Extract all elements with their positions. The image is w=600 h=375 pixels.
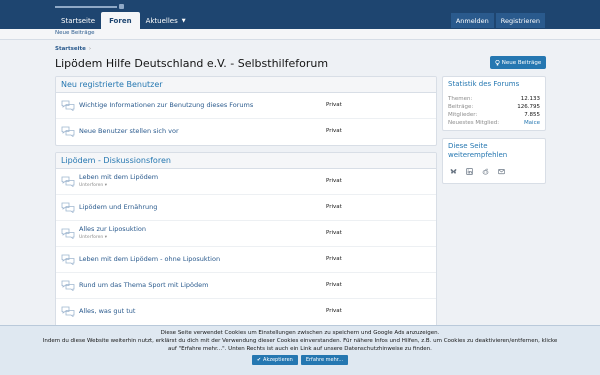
- cookie-text-line1: Diese Seite verwendet Cookies um Einstel…: [160, 330, 440, 336]
- subforums-toggle[interactable]: Unterforen ▾: [79, 235, 107, 240]
- chevron-right-icon: ›: [88, 46, 92, 52]
- forum-bubble-icon: [61, 100, 75, 111]
- forum-row[interactable]: Leben mit dem Lipödem Unterforen ▾ Priva…: [56, 169, 436, 195]
- forum-status: Privat: [326, 282, 342, 288]
- category-title[interactable]: Lipödem - Diskussionsforen: [56, 153, 436, 169]
- new-posts-link[interactable]: Neue Beiträge: [55, 30, 94, 36]
- linkedin-icon[interactable]: [466, 168, 473, 175]
- nav-tab-startseite[interactable]: Startseite: [55, 12, 101, 29]
- bluesky-icon[interactable]: [450, 168, 457, 175]
- forum-bubble-icon: [61, 254, 75, 265]
- login-button[interactable]: Anmelden: [450, 13, 494, 28]
- forum-status: Privat: [326, 308, 342, 314]
- forum-row[interactable]: Rund um das Thema Sport mit Lipödem Priv…: [56, 273, 436, 299]
- stat-row: Beiträge: 126.795: [448, 104, 540, 110]
- forum-row[interactable]: Alles zur Liposuktion Unterforen ▾ Priva…: [56, 221, 436, 247]
- page-title: Lipödem Hilfe Deutschland e.V. - Selbsth…: [55, 57, 329, 70]
- breadcrumb: Startseite ›: [55, 46, 91, 52]
- forum-title[interactable]: Wichtige Informationen zur Benutzung die…: [79, 101, 253, 109]
- new-posts-button[interactable]: Neue Beiträge: [490, 56, 546, 69]
- share-buttons: [443, 163, 545, 180]
- lightbulb-icon: [495, 59, 500, 65]
- accept-cookies-button[interactable]: ✔ Akzeptieren: [251, 355, 298, 365]
- forum-title[interactable]: Neue Benutzer stellen sich vor: [79, 127, 179, 135]
- newest-member-link[interactable]: Maice: [524, 119, 540, 127]
- forum-bubble-icon: [61, 126, 75, 137]
- forum-title[interactable]: Leben mit dem Lipödem - ohne Liposuktion: [79, 255, 220, 263]
- chevron-down-icon: ▾: [104, 235, 107, 240]
- category-neu-registriert: Neu registrierte Benutzer Wichtige Infor…: [55, 76, 437, 146]
- forum-bubble-icon: [61, 280, 75, 291]
- site-logo[interactable]: [55, 3, 127, 10]
- nav-tab-foren[interactable]: Foren: [101, 12, 140, 29]
- site-header: Startseite Foren Aktuelles ▼ Anmelden Reg…: [0, 0, 600, 29]
- forum-title[interactable]: Leben mit dem Lipödem: [79, 173, 158, 181]
- cookie-text-line2: Indem du diese Website weiterhin nutzt, …: [42, 338, 558, 344]
- forum-status: Privat: [326, 178, 342, 184]
- forum-row[interactable]: Leben mit dem Lipödem - ohne Liposuktion…: [56, 247, 436, 273]
- stats-title: Statistik des Forums: [448, 80, 520, 88]
- forum-status: Privat: [326, 204, 342, 210]
- forum-bubble-icon: [61, 228, 75, 239]
- stat-row: Mitglieder: 7.855: [448, 112, 540, 118]
- reddit-icon[interactable]: [482, 168, 489, 175]
- stat-row: Neuestes Mitglied: Maice: [448, 119, 540, 127]
- forum-title[interactable]: Rund um das Thema Sport mit Lipödem: [79, 281, 208, 289]
- cookie-text-line3: auf "Erfahre mehr...". Unten Rechts ist …: [168, 346, 432, 352]
- forum-title[interactable]: Lipödem und Ernährung: [79, 203, 157, 211]
- breadcrumb-home[interactable]: Startseite: [55, 46, 86, 52]
- forum-bubble-icon: [61, 202, 75, 213]
- share-title: Diese Seite weiterempfehlen: [448, 142, 508, 159]
- forum-stats-widget: Statistik des Forums Themen: 12.133 Beitr…: [442, 76, 546, 131]
- main-nav: Startseite Foren Aktuelles ▼: [55, 12, 192, 29]
- subforums-toggle[interactable]: Unterforen ▾: [79, 183, 107, 188]
- forum-status: Privat: [326, 230, 342, 236]
- forum-status: Privat: [326, 128, 342, 134]
- sub-nav: Neue Beiträge: [0, 29, 600, 40]
- forum-row[interactable]: Alles, was gut tut Privat: [56, 299, 436, 325]
- check-icon: ✔: [256, 357, 262, 363]
- chevron-down-icon[interactable]: ▼: [182, 18, 186, 24]
- register-button[interactable]: Registrieren: [495, 13, 545, 28]
- forum-title[interactable]: Alles, was gut tut: [79, 307, 135, 315]
- forum-bubble-icon: [61, 176, 75, 187]
- forum-row[interactable]: Neue Benutzer stellen sich vor Privat: [56, 119, 436, 145]
- cookie-notice: Diese Seite verwendet Cookies um Einstel…: [0, 325, 600, 375]
- stat-row: Themen: 12.133: [448, 96, 540, 102]
- email-icon[interactable]: [498, 168, 505, 175]
- forum-bubble-icon: [61, 306, 75, 317]
- nav-tab-aktuelles[interactable]: Aktuelles ▼: [140, 12, 192, 29]
- learn-more-button[interactable]: Erfahre mehr...: [300, 355, 349, 365]
- category-title[interactable]: Neu registrierte Benutzer: [56, 77, 436, 93]
- forum-status: Privat: [326, 102, 342, 108]
- category-diskussionsforen: Lipödem - Diskussionsforen Leben mit dem…: [55, 152, 437, 327]
- forum-row[interactable]: Wichtige Informationen zur Benutzung die…: [56, 93, 436, 119]
- forum-row[interactable]: Lipödem und Ernährung Privat: [56, 195, 436, 221]
- forum-title[interactable]: Alles zur Liposuktion: [79, 225, 146, 233]
- chevron-down-icon: ▾: [104, 183, 107, 188]
- share-widget: Diese Seite weiterempfehlen: [442, 138, 546, 184]
- forum-status: Privat: [326, 256, 342, 262]
